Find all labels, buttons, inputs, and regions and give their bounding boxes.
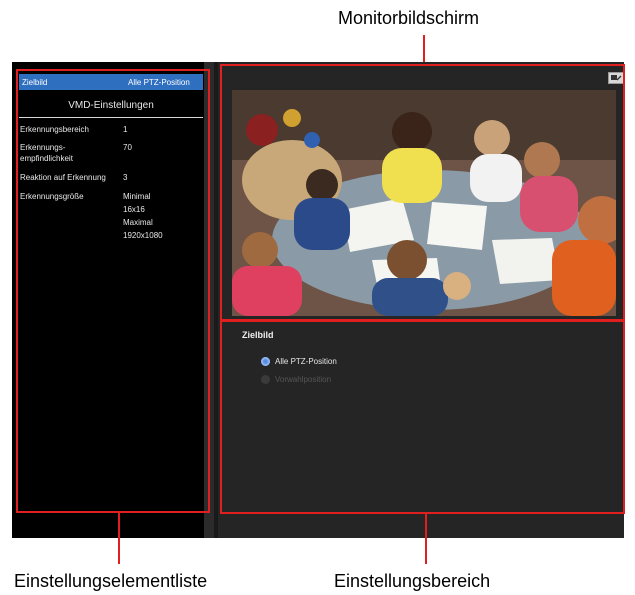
callout-item-list-line <box>118 512 120 564</box>
callout-item-list-label: Einstellungselementliste <box>14 571 208 591</box>
highlight-frame-settings <box>220 320 625 514</box>
callout-settings-label: Einstellungsbereich <box>334 571 491 591</box>
highlight-frame-monitor <box>220 64 625 321</box>
callout-settings-line <box>425 512 427 564</box>
callout-monitor-label: Monitorbildschirm <box>338 8 480 28</box>
callout-monitor-line <box>423 35 425 64</box>
highlight-frame-item-list <box>16 69 210 513</box>
